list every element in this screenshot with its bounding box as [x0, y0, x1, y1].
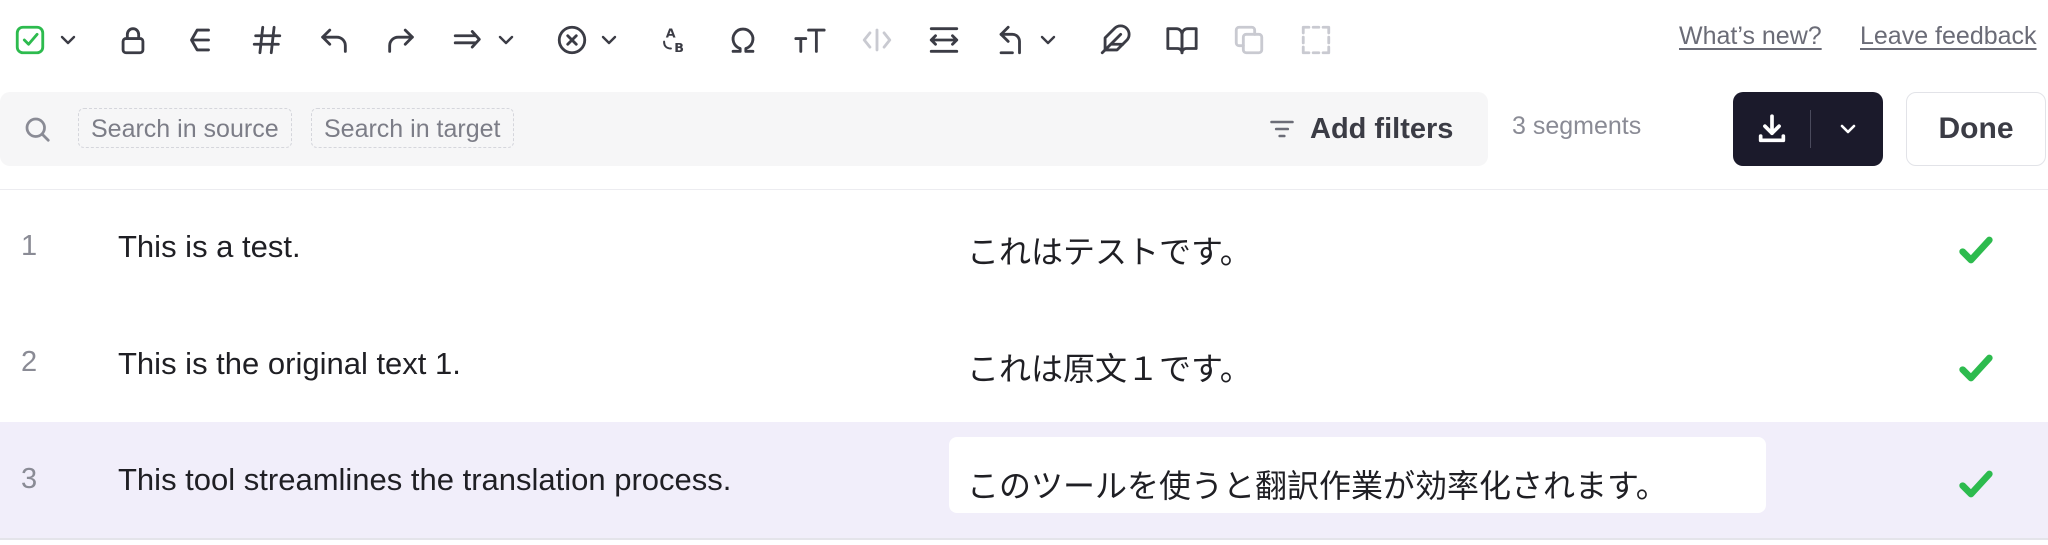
search-in-target-input[interactable]: Search in target [311, 108, 514, 148]
download-options-button[interactable] [1813, 92, 1883, 166]
download-button[interactable] [1733, 92, 1811, 166]
copy-source-icon[interactable] [448, 20, 488, 60]
feather-icon[interactable] [1095, 20, 1135, 60]
add-filters-button[interactable]: Add filters [1268, 108, 1453, 150]
text-size-icon[interactable] [790, 20, 830, 60]
segment-target-text[interactable]: このツールを使うと翻訳作業が効率化されます。 [967, 461, 1668, 507]
revert-chevron-icon[interactable] [1038, 30, 1058, 50]
book-icon[interactable] [1162, 20, 1202, 60]
confirmed-check-icon[interactable] [1956, 230, 1996, 270]
segment-row-active[interactable]: 3 This tool streamlines the translation … [0, 422, 2048, 538]
segment-source-text: This is the original text 1. [118, 346, 461, 381]
lock-icon[interactable] [113, 20, 153, 60]
case-glyph-bottom: B [674, 41, 684, 56]
confirm-dropdown-chevron-icon[interactable] [58, 30, 78, 50]
clear-chevron-icon[interactable] [599, 30, 619, 50]
leave-feedback-link[interactable]: Leave feedback [1860, 22, 2037, 51]
add-filters-label: Add filters [1310, 112, 1454, 145]
search-in-source-input[interactable]: Search in source [78, 108, 292, 148]
confirmed-check-icon[interactable] [1956, 348, 1996, 388]
download-icon [1758, 114, 1786, 143]
segment-row[interactable]: 2 This is the original text 1. これは原文１です。 [0, 306, 2048, 422]
search-icon [22, 114, 52, 144]
chevron-down-icon [1840, 124, 1856, 134]
segment-row[interactable]: 1 This is a test. これはテストです。 [0, 190, 2048, 306]
segment-target-text[interactable]: これは原文１です。 [967, 344, 1252, 390]
search-bar: Search in source Search in target Add fi… [0, 92, 1488, 166]
filter-icon [1270, 120, 1294, 138]
case-icon[interactable]: A B [656, 20, 696, 60]
whats-new-link[interactable]: What’s new? [1679, 22, 1822, 51]
clear-icon[interactable] [552, 20, 592, 60]
split-segment-icon[interactable] [1296, 20, 1336, 60]
undo-icon[interactable] [314, 20, 354, 60]
case-glyph-top: A [666, 26, 676, 41]
segment-number: 3 [21, 463, 38, 495]
confirm-check-icon[interactable] [10, 20, 50, 60]
segment-target-text[interactable]: これはテストです。 [967, 227, 1252, 273]
wrap-icon[interactable] [924, 20, 964, 60]
hash-icon[interactable] [247, 20, 287, 60]
segment-source-text: This is a test. [118, 229, 301, 264]
rows-bottom-border [0, 538, 2048, 540]
confirmed-check-icon[interactable] [1956, 464, 1996, 504]
tags-icon[interactable] [857, 20, 897, 60]
done-button[interactable]: Done [1906, 92, 2046, 166]
revert-icon[interactable] [991, 20, 1031, 60]
editor-toolbar: A B What’s new? Leave feedback [0, 0, 2048, 80]
segment-number: 2 [21, 346, 38, 378]
download-split-button [1733, 92, 1883, 166]
segment-count: 3 segments [1512, 112, 1642, 140]
copy-source-chevron-icon[interactable] [496, 30, 516, 50]
segment-number: 1 [21, 230, 38, 262]
join-segments-icon[interactable] [180, 20, 220, 60]
redo-icon[interactable] [381, 20, 421, 60]
segment-source-text: This tool streamlines the translation pr… [118, 462, 732, 497]
duplicate-icon[interactable] [1229, 20, 1269, 60]
omega-special-chars-icon[interactable] [723, 20, 763, 60]
download-divider [1810, 110, 1811, 148]
